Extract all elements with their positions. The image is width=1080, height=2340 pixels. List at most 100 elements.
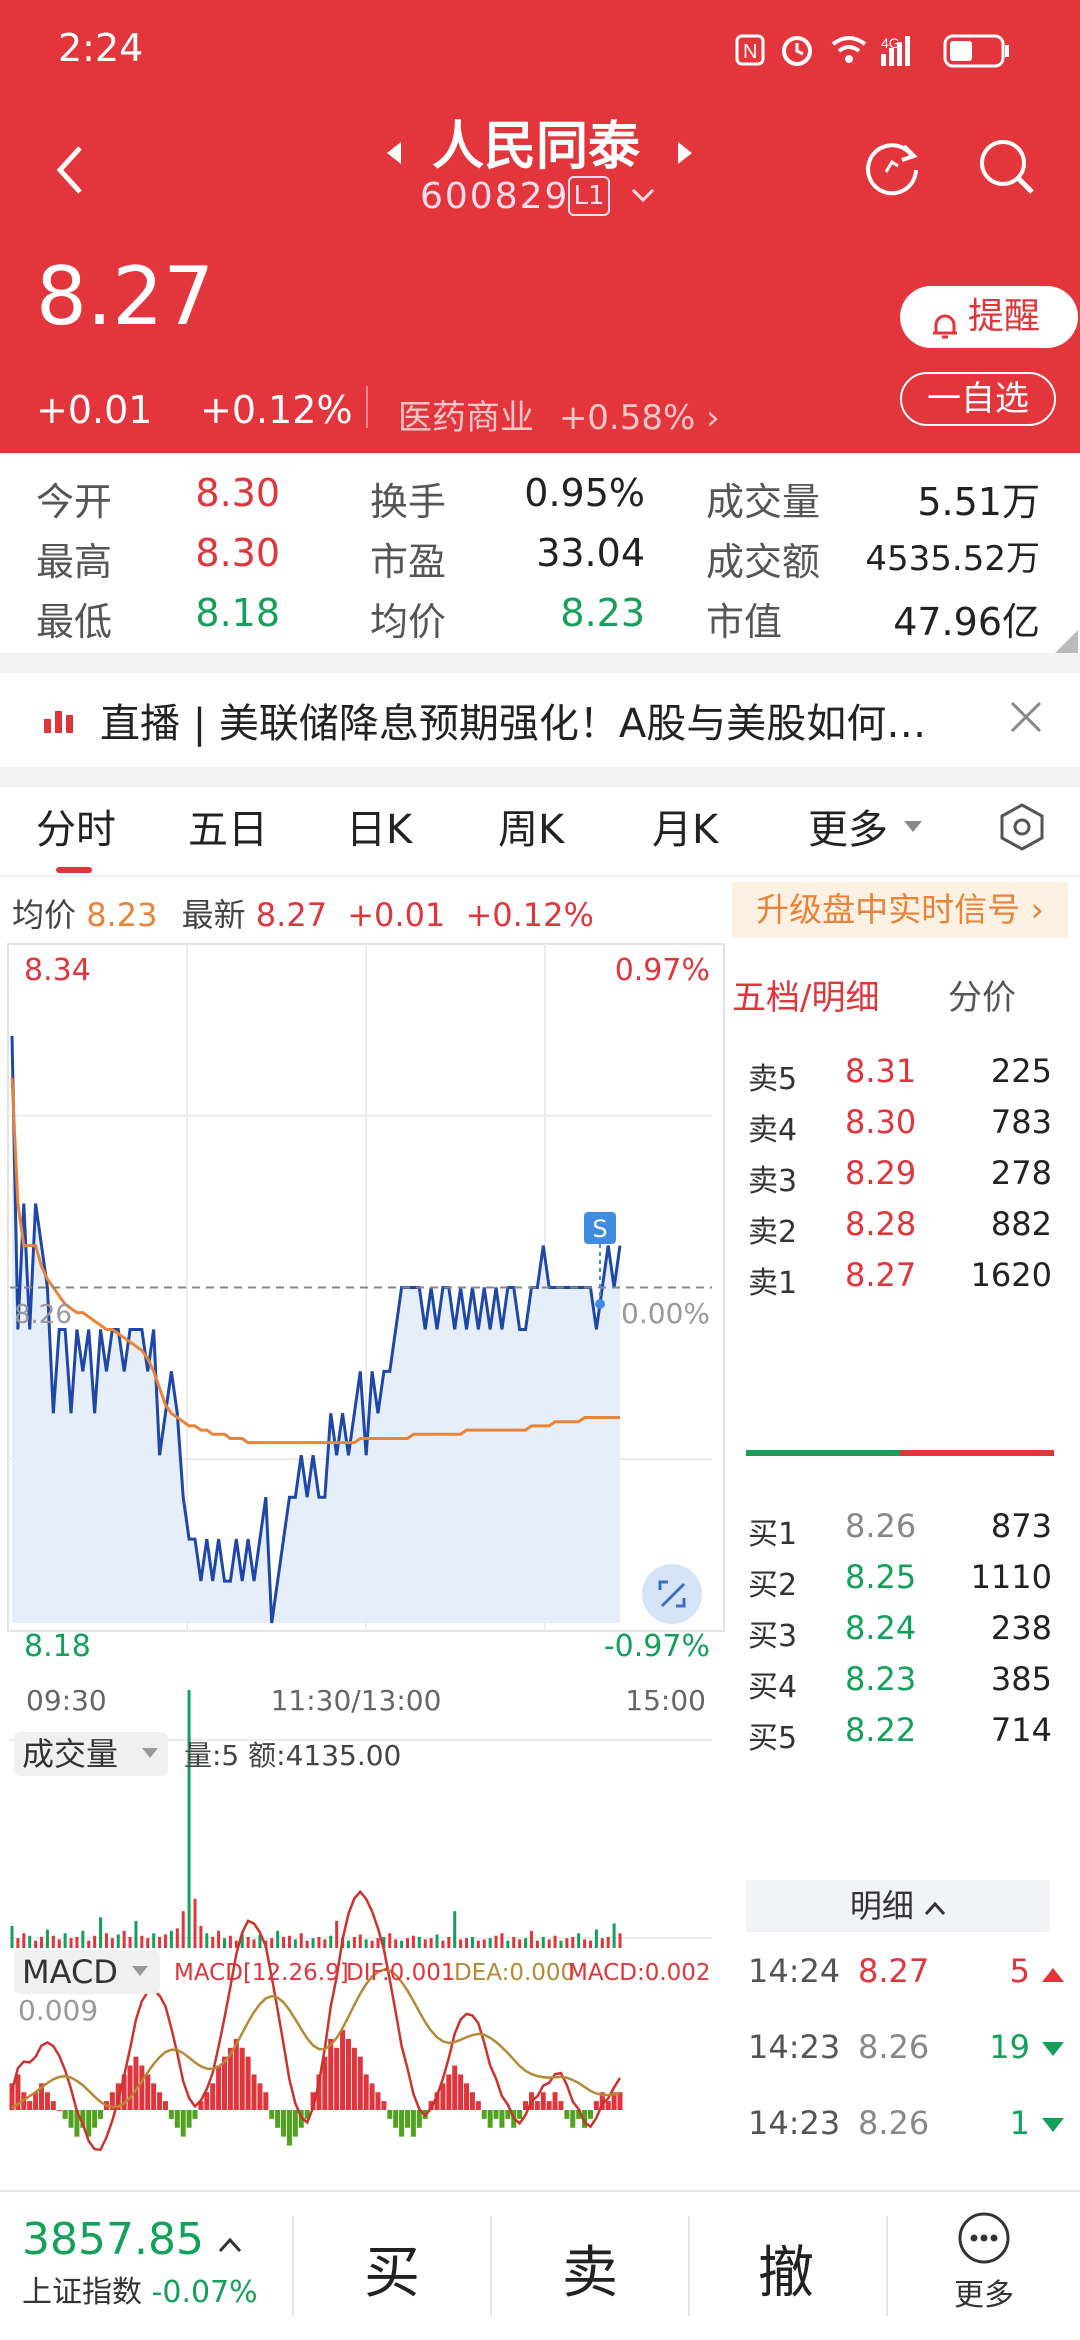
alert-button[interactable]: 提醒: [900, 286, 1078, 348]
info-change-pct: +0.12%: [465, 896, 594, 934]
macd-bar: [263, 2092, 269, 2110]
volume-bar: [470, 1936, 474, 1948]
macd-label: MACD: [22, 1953, 118, 1991]
buy-button[interactable]: 买: [364, 2228, 420, 2309]
bid-row[interactable]: 买1 8.26 873: [730, 1505, 1080, 1553]
macd-bar: [340, 2030, 346, 2110]
stat-label: 均价: [370, 600, 447, 644]
more-dots-icon: [958, 2212, 1010, 2264]
volume-bar: [358, 1934, 362, 1948]
ask-label: 卖1: [748, 1266, 798, 1301]
macd-bar: [393, 2110, 399, 2128]
stock-header: 2:24 N 4G 人民同泰 600829 L1 8.27 +0.01 +0.1…: [0, 0, 1080, 453]
search-button[interactable]: [976, 136, 1038, 202]
fullscreen-button[interactable]: [642, 1564, 702, 1624]
stat-value: 8.30: [195, 531, 280, 575]
chevron-down-icon[interactable]: [630, 186, 656, 210]
index-ticker[interactable]: 3857.85 上证指数 -0.07%: [22, 2214, 258, 2311]
stat-value: 8.18: [195, 591, 280, 635]
macd-scale: 0.009: [18, 1994, 98, 2027]
macd-dea: DEA:0.000: [454, 1960, 575, 1986]
macd-bar: [98, 2110, 104, 2119]
sell-button[interactable]: 卖: [562, 2228, 618, 2309]
volume-bar: [199, 1925, 203, 1948]
tick-volume: 1: [1009, 2104, 1030, 2142]
sector-link[interactable]: 医药商业 +0.58% ›: [398, 390, 720, 439]
volume-bar: [518, 1939, 522, 1948]
macd-bar: [617, 2092, 623, 2110]
volume-bar: [51, 1935, 55, 1948]
volume-bar: [104, 1933, 108, 1948]
bid-row[interactable]: 买4 8.23 385: [730, 1658, 1080, 1706]
tick-price: 8.26: [858, 2028, 930, 2066]
next-stock-button[interactable]: [676, 138, 696, 172]
macd-bar: [44, 2092, 50, 2110]
macd-bar: [180, 2110, 186, 2137]
bid-row[interactable]: 买5 8.22 714: [730, 1709, 1080, 1757]
divider: [292, 2216, 294, 2316]
chart-high-label: 8.34: [24, 953, 91, 988]
volume-bar: [163, 1934, 167, 1948]
tab-month-k[interactable]: 月K: [652, 797, 718, 855]
volume-bar: [506, 1940, 510, 1948]
volume-bar: [423, 1939, 427, 1948]
time-mid: 11:30/13:00: [271, 1684, 442, 1717]
ask-price: 8.28: [845, 1205, 917, 1243]
chart-zero-pct: 0.00%: [621, 1297, 710, 1330]
close-news-button[interactable]: [1008, 699, 1044, 739]
tab-more[interactable]: 更多: [808, 797, 888, 855]
volume-bar: [571, 1936, 575, 1948]
stock-code: 600829: [420, 176, 570, 217]
volume-bar: [494, 1935, 498, 1948]
volume-bar: [577, 1933, 581, 1948]
sector-name: 医药商业: [398, 398, 534, 438]
tab-day-k[interactable]: 日K: [346, 797, 412, 855]
level-badge: L1: [568, 176, 610, 216]
volume-header: 成交量 量:5 额:4135.00: [14, 1732, 401, 1776]
ask-row[interactable]: 卖4 8.30 783: [730, 1101, 1080, 1149]
volume-bar: [329, 1935, 333, 1948]
ask-row[interactable]: 卖2 8.28 882: [730, 1203, 1080, 1251]
ask-row[interactable]: 卖1 8.27 1620: [730, 1254, 1080, 1302]
settings-button[interactable]: [998, 801, 1046, 857]
news-banner[interactable]: 直播 | 美联储降息预期强化！A股与美股如何…: [0, 673, 1080, 767]
tick-row: 14:24 8.27 5: [730, 1950, 1080, 2000]
detail-toggle[interactable]: 明细: [746, 1880, 1050, 1932]
refresh-button[interactable]: [862, 136, 924, 202]
bid-row[interactable]: 买3 8.24 238: [730, 1607, 1080, 1655]
price-distribution-tab[interactable]: 分价: [948, 970, 1016, 1019]
price-area: [12, 1035, 620, 1623]
macd-bar: [239, 2047, 245, 2110]
ask-row[interactable]: 卖5 8.31 225: [730, 1050, 1080, 1098]
volume-bar: [187, 1690, 191, 1948]
cancel-button[interactable]: 撤: [758, 2228, 814, 2309]
macd-bar: [481, 2110, 487, 2119]
ask-row[interactable]: 卖3 8.29 278: [730, 1152, 1080, 1200]
volume-bar: [323, 1939, 327, 1948]
tab-week-k[interactable]: 周K: [498, 797, 564, 855]
bid-row[interactable]: 买2 8.25 1110: [730, 1556, 1080, 1604]
back-button[interactable]: [50, 140, 100, 194]
order-book-tab[interactable]: 五档/明细: [732, 970, 879, 1019]
watchlist-button[interactable]: 一自选: [900, 372, 1056, 426]
bid-price: 8.26: [845, 1507, 917, 1545]
macd-bar: [50, 2101, 56, 2110]
tab-timeshare[interactable]: 分时: [36, 797, 116, 855]
volume-bar: [429, 1938, 433, 1948]
section-gap: [0, 653, 1080, 673]
ask-ratio-bar: [900, 1450, 1054, 1456]
more-button[interactable]: 更多: [944, 2210, 1024, 2314]
macd-bar: [499, 2110, 505, 2128]
upgrade-signal-button[interactable]: 升级盘中实时信号 ›: [732, 882, 1068, 938]
macd-bar: [475, 2101, 481, 2110]
tab-five-day[interactable]: 五日: [188, 797, 268, 855]
prev-stock-button[interactable]: [383, 138, 403, 172]
macd-bar: [33, 2092, 39, 2110]
chevron-up-icon: [924, 1887, 946, 1925]
stat-label: 最低: [36, 600, 113, 644]
sector-change: +0.58%: [558, 398, 696, 438]
alarm-icon: [928, 301, 962, 363]
volume-bar: [553, 1935, 557, 1948]
intraday-chart[interactable]: 8.34 8.18 0.97% -0.97% 0.00% 8.26 09:30 …: [0, 940, 730, 2190]
stat-value: 5.51万: [917, 480, 1040, 524]
